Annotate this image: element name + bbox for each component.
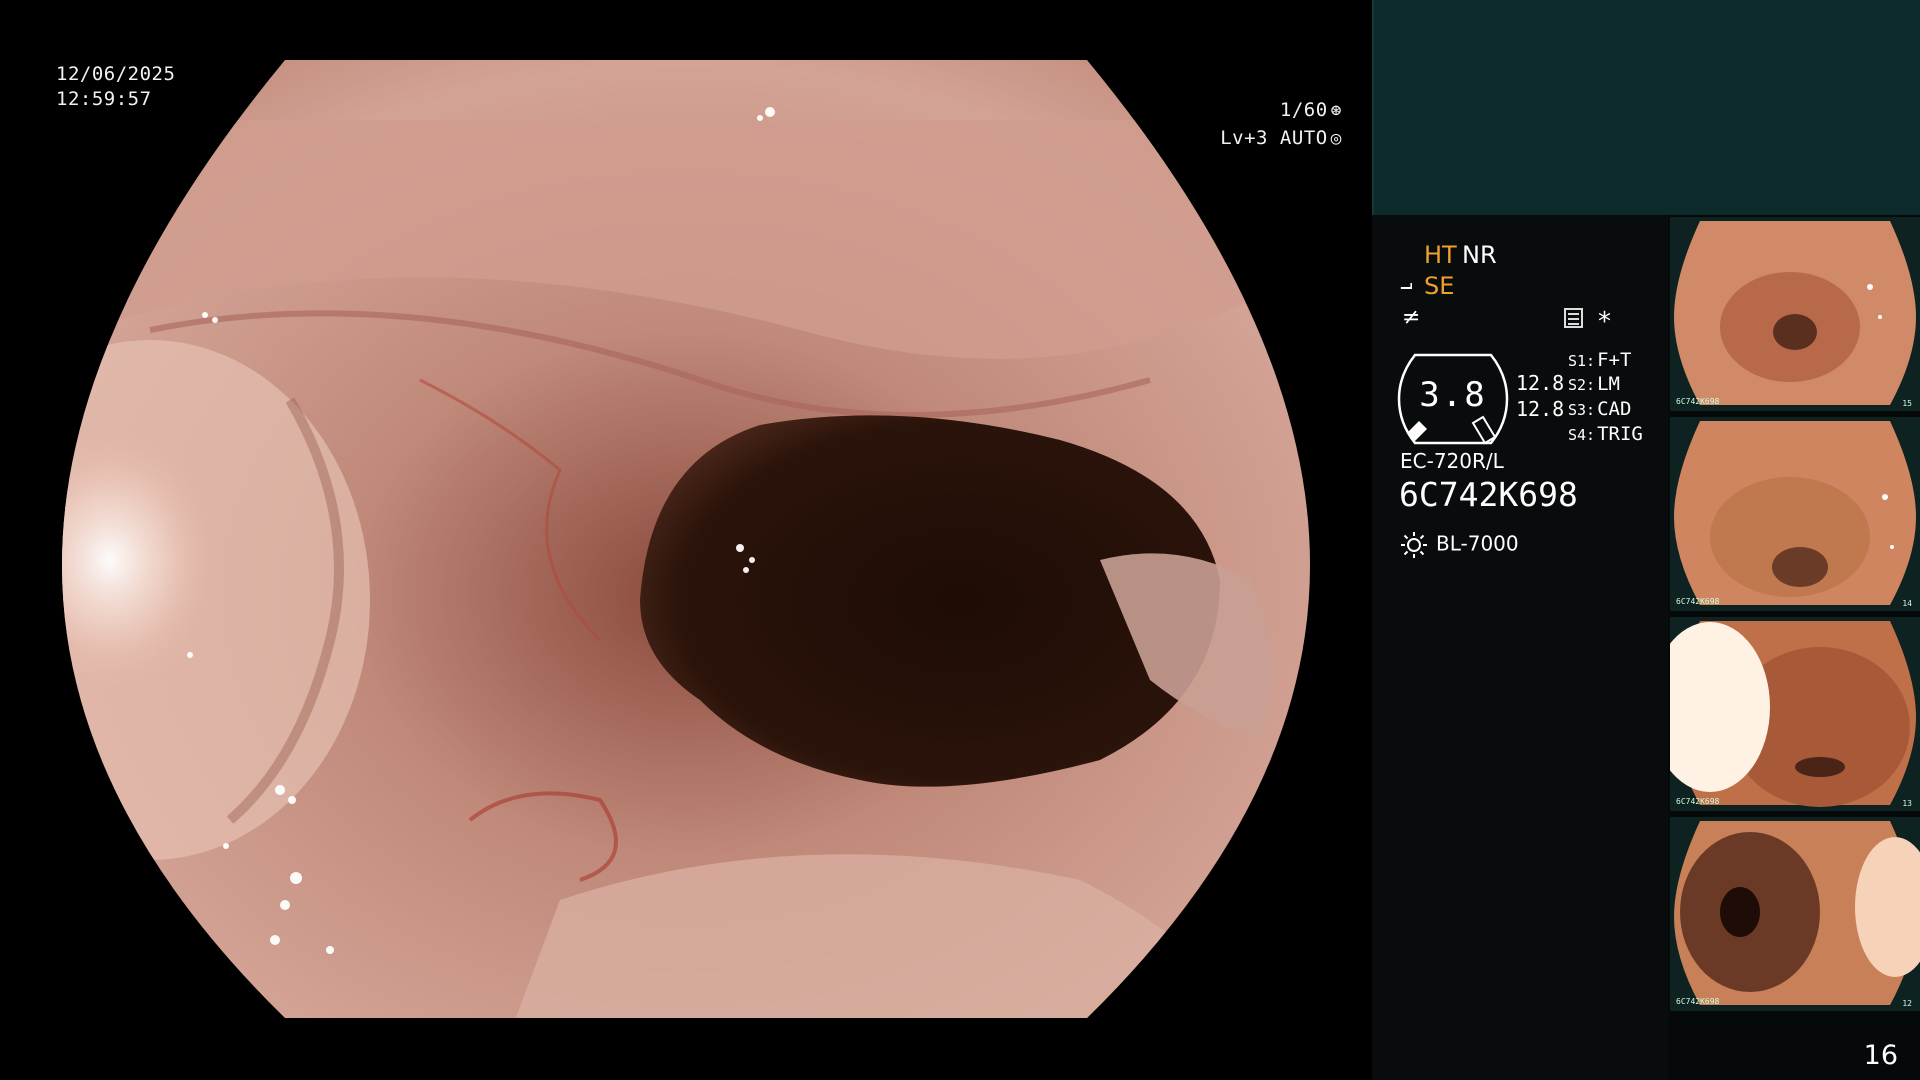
thumbnail[interactable]: 6C742K698 13	[1670, 617, 1920, 811]
thumbnail-serial: 6C742K698	[1676, 397, 1720, 406]
shutter-value: 1/60	[1279, 99, 1328, 121]
time-readout: 12:59:57	[56, 88, 152, 110]
thumbnail-image	[1674, 821, 1920, 1005]
thumbnail[interactable]: 6C742K698 15	[1670, 217, 1920, 411]
gauge: 3.8	[1397, 353, 1509, 445]
thumbnail-image	[1674, 221, 1916, 405]
switch-setting-4: S4: TRIG	[1568, 423, 1643, 445]
thumbnail-index: 13	[1902, 799, 1912, 808]
thumbnail[interactable]: 6C742K698 14	[1670, 417, 1920, 611]
thumbnail[interactable]: 6C742K698 12	[1670, 817, 1920, 1011]
shutter-readout: 1/60 ⊛	[1280, 99, 1342, 121]
switch-key: S3:	[1568, 401, 1596, 419]
thumbnail-serial: 6C742K698	[1676, 997, 1720, 1006]
switch-value: CAD	[1597, 398, 1632, 420]
gauge-value: 3.8	[1419, 375, 1487, 415]
star-icon: *	[1598, 307, 1611, 337]
value-readout-2: 12.8	[1516, 397, 1565, 421]
light-source-label: BL-7000	[1436, 531, 1519, 556]
menu-icon	[1564, 308, 1583, 328]
thumbnail-image	[1670, 621, 1916, 807]
switch-setting-1: S1: F+T	[1568, 349, 1631, 371]
panel-header-area	[1372, 0, 1920, 215]
thumbnail-index: 12	[1902, 999, 1912, 1008]
value-readout-1: 12.8	[1516, 371, 1565, 395]
switch-key: S4:	[1568, 426, 1596, 444]
switch-key: S2:	[1568, 376, 1596, 394]
auto-iris-icon: ◎	[1330, 128, 1342, 149]
page-number: 16	[1863, 1040, 1898, 1071]
shutter-icon: ⊛	[1330, 100, 1342, 121]
scope-model: EC-720R/L	[1400, 449, 1504, 473]
thumbnail-index: 14	[1902, 599, 1912, 608]
thumbnail-image	[1674, 421, 1916, 605]
enhance-icon: ≠	[1402, 305, 1421, 330]
light-source-icon	[1401, 532, 1427, 558]
date-readout: 12/06/2025	[56, 63, 176, 85]
switch-value: F+T	[1597, 349, 1632, 371]
nr-label: NR	[1462, 241, 1497, 269]
thumbnail-serial: 6C742K698	[1676, 597, 1720, 606]
endoscope-main-view: 12/06/2025 12:59:57 1/60 ⊛ Lv+3 AUTO ◎	[0, 0, 1372, 1080]
level-value: Lv+3 AUTO	[1220, 127, 1328, 149]
se-icon: ⨼	[1400, 271, 1413, 296]
side-panel: HT NR ⨼ SE ≠ * 3.8 12.8 12.8 S1: F+T S2: L…	[1372, 0, 1920, 1080]
light-source: BL-7000	[1400, 531, 1519, 559]
switch-setting-2: S2: LM	[1568, 373, 1620, 395]
se-label: SE	[1424, 272, 1455, 300]
endoscope-image	[62, 60, 1310, 1018]
thumbnail-index: 15	[1902, 399, 1912, 408]
switch-value: TRIG	[1597, 423, 1643, 445]
level-readout: Lv+3 AUTO ◎	[1220, 127, 1342, 149]
scope-info-panel: HT NR ⨼ SE ≠ * 3.8 12.8 12.8 S1: F+T S2: L…	[1372, 215, 1668, 1080]
scope-serial: 6C742K698	[1399, 475, 1578, 514]
switch-setting-3: S3: CAD	[1568, 398, 1631, 420]
ht-label: HT	[1424, 241, 1457, 269]
switch-key: S1:	[1568, 352, 1596, 370]
switch-value: LM	[1597, 373, 1620, 395]
thumbnail-serial: 6C742K698	[1676, 797, 1720, 806]
